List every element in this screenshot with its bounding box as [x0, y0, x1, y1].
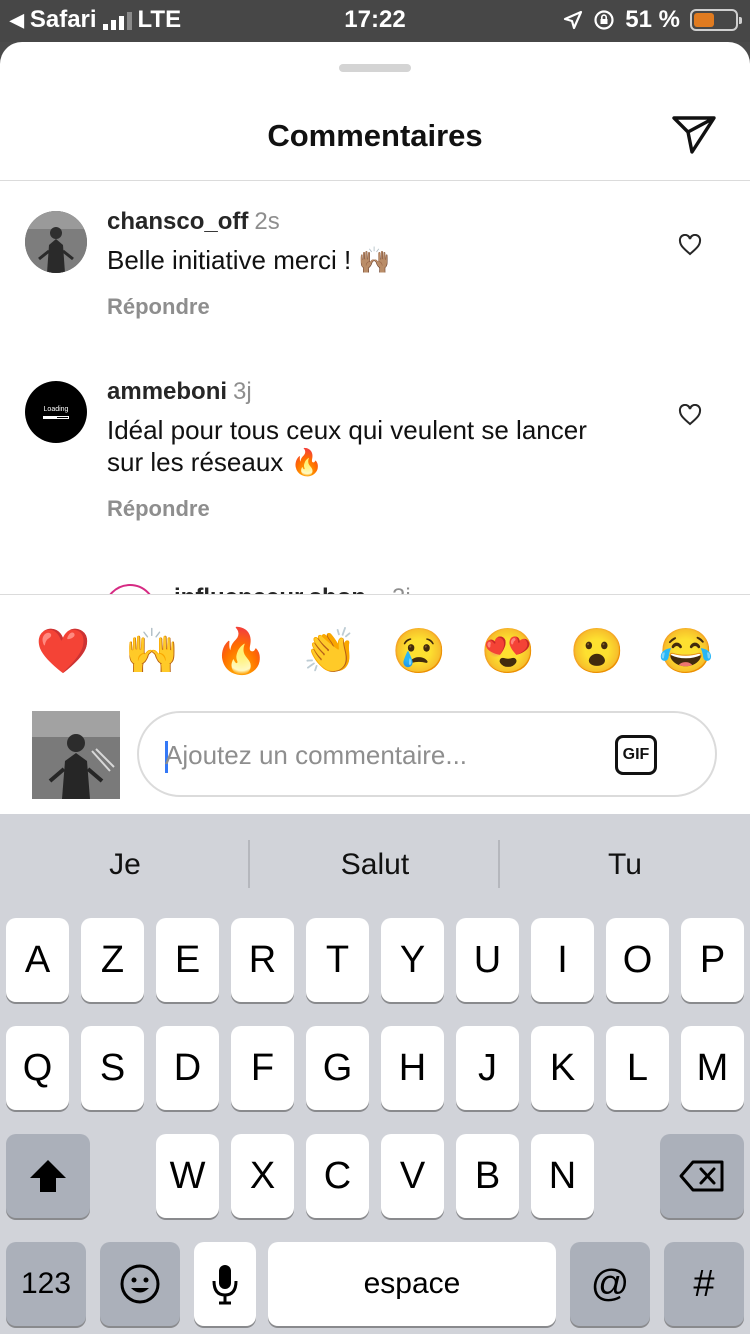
comment-input-wrapper[interactable]: GIF: [137, 711, 717, 797]
comment-text: Idéal pour tous ceux qui veulent se lanc…: [107, 415, 587, 477]
key-m[interactable]: M: [681, 1026, 744, 1110]
battery-icon: [690, 9, 742, 31]
emoji-fire[interactable]: 🔥: [211, 622, 271, 682]
emoji-crying[interactable]: 😢: [389, 622, 449, 682]
key-l[interactable]: L: [606, 1026, 669, 1110]
heart-icon[interactable]: [678, 404, 702, 426]
emoji-surprised[interactable]: 😮: [567, 622, 627, 682]
rotation-lock-icon: [594, 10, 614, 30]
key-d[interactable]: D: [156, 1026, 219, 1110]
heart-icon[interactable]: [678, 234, 702, 256]
comments-sheet: Commentaires chansco_off 2s Belle initiat…: [0, 42, 750, 814]
key-p[interactable]: P: [681, 918, 744, 1002]
emoji-heart-eyes[interactable]: 😍: [478, 622, 538, 682]
emoji-clap[interactable]: 👏: [300, 622, 360, 682]
avatar[interactable]: [104, 584, 156, 594]
key-s[interactable]: S: [81, 1026, 144, 1110]
shift-icon: [30, 1160, 66, 1192]
key-n[interactable]: N: [531, 1134, 594, 1218]
paper-plane-icon[interactable]: [670, 112, 718, 156]
backspace-icon: [679, 1160, 724, 1192]
emoji-raised-hands[interactable]: 🙌: [122, 622, 182, 682]
suggestion-1[interactable]: Je: [0, 848, 250, 882]
key-t[interactable]: T: [306, 918, 369, 1002]
composer-avatar: [32, 711, 120, 799]
numbers-key[interactable]: 123: [6, 1242, 86, 1326]
key-y[interactable]: Y: [381, 918, 444, 1002]
key-g[interactable]: G: [306, 1026, 369, 1110]
key-i[interactable]: I: [531, 918, 594, 1002]
comment-username[interactable]: ammeboni: [107, 378, 227, 405]
comment-username[interactable]: chansco_off: [107, 208, 248, 235]
microphone-key[interactable]: [194, 1242, 256, 1326]
key-k[interactable]: K: [531, 1026, 594, 1110]
comment-text: Belle initiative merci ! 🙌🏽: [107, 245, 391, 275]
avatar[interactable]: Loading: [25, 381, 87, 443]
key-z[interactable]: Z: [81, 918, 144, 1002]
key-q[interactable]: Q: [6, 1026, 69, 1110]
keyboard: Je Salut Tu A Z E R T Y U I O P Q S D F …: [0, 814, 750, 1334]
key-b[interactable]: B: [456, 1134, 519, 1218]
comment-time: 3j: [233, 378, 252, 405]
avatar[interactable]: [25, 211, 87, 273]
key-h[interactable]: H: [381, 1026, 444, 1110]
suggestion-2[interactable]: Salut: [250, 848, 500, 882]
suggestion-3[interactable]: Tu: [500, 848, 750, 882]
shift-key[interactable]: [6, 1134, 90, 1218]
hash-key[interactable]: #: [664, 1242, 744, 1326]
gif-button[interactable]: GIF: [615, 735, 657, 775]
key-r[interactable]: R: [231, 918, 294, 1002]
key-c[interactable]: C: [306, 1134, 369, 1218]
emoji-key[interactable]: [100, 1242, 180, 1326]
reply-button[interactable]: Répondre: [107, 496, 210, 522]
key-w[interactable]: W: [156, 1134, 219, 1218]
status-bar: ◀ Safari LTE 17:22 51 %: [0, 0, 750, 42]
emoji-icon: [120, 1264, 160, 1304]
key-x[interactable]: X: [231, 1134, 294, 1218]
key-v[interactable]: V: [381, 1134, 444, 1218]
sheet-title: Commentaires: [267, 118, 483, 153]
comment-item: Loading ammeboni 3j Idéal pour tous ceux …: [0, 378, 750, 538]
emoji-heart[interactable]: ❤️: [33, 622, 93, 682]
loading-bar: [43, 415, 69, 419]
at-key[interactable]: @: [570, 1242, 650, 1326]
comment-header: chansco_off 2s: [107, 208, 280, 236]
comment-header: ammeboni 3j: [107, 378, 252, 406]
comment-time: 2s: [254, 208, 280, 235]
quick-emoji-bar: ❤️ 🙌 🔥 👏 😢 😍 😮 😂: [0, 622, 750, 682]
key-u[interactable]: U: [456, 918, 519, 1002]
reply-button[interactable]: Répondre: [107, 294, 210, 320]
location-icon: [564, 10, 583, 30]
microphone-icon: [212, 1265, 238, 1305]
status-right: 51 %: [563, 6, 742, 34]
comment-item-partial: influenceur.shop 3j: [0, 578, 750, 594]
key-o[interactable]: O: [606, 918, 669, 1002]
comment-item: chansco_off 2s Belle initiative merci ! 🙌…: [0, 208, 750, 338]
battery-percent: 51 %: [625, 6, 680, 33]
key-a[interactable]: A: [6, 918, 69, 1002]
emoji-divider: [0, 594, 750, 595]
avatar-label: Loading: [43, 405, 69, 413]
key-f[interactable]: F: [231, 1026, 294, 1110]
emoji-laughing[interactable]: 😂: [656, 622, 716, 682]
space-key[interactable]: espace: [268, 1242, 556, 1326]
comment-input[interactable]: [165, 733, 595, 777]
key-j[interactable]: J: [456, 1026, 519, 1110]
sheet-grabber[interactable]: [339, 64, 411, 72]
delete-key[interactable]: [660, 1134, 744, 1218]
comment-username[interactable]: influenceur.shop: [174, 584, 366, 594]
header-divider: [0, 180, 750, 181]
key-e[interactable]: E: [156, 918, 219, 1002]
comment-time: 3j: [392, 584, 411, 594]
